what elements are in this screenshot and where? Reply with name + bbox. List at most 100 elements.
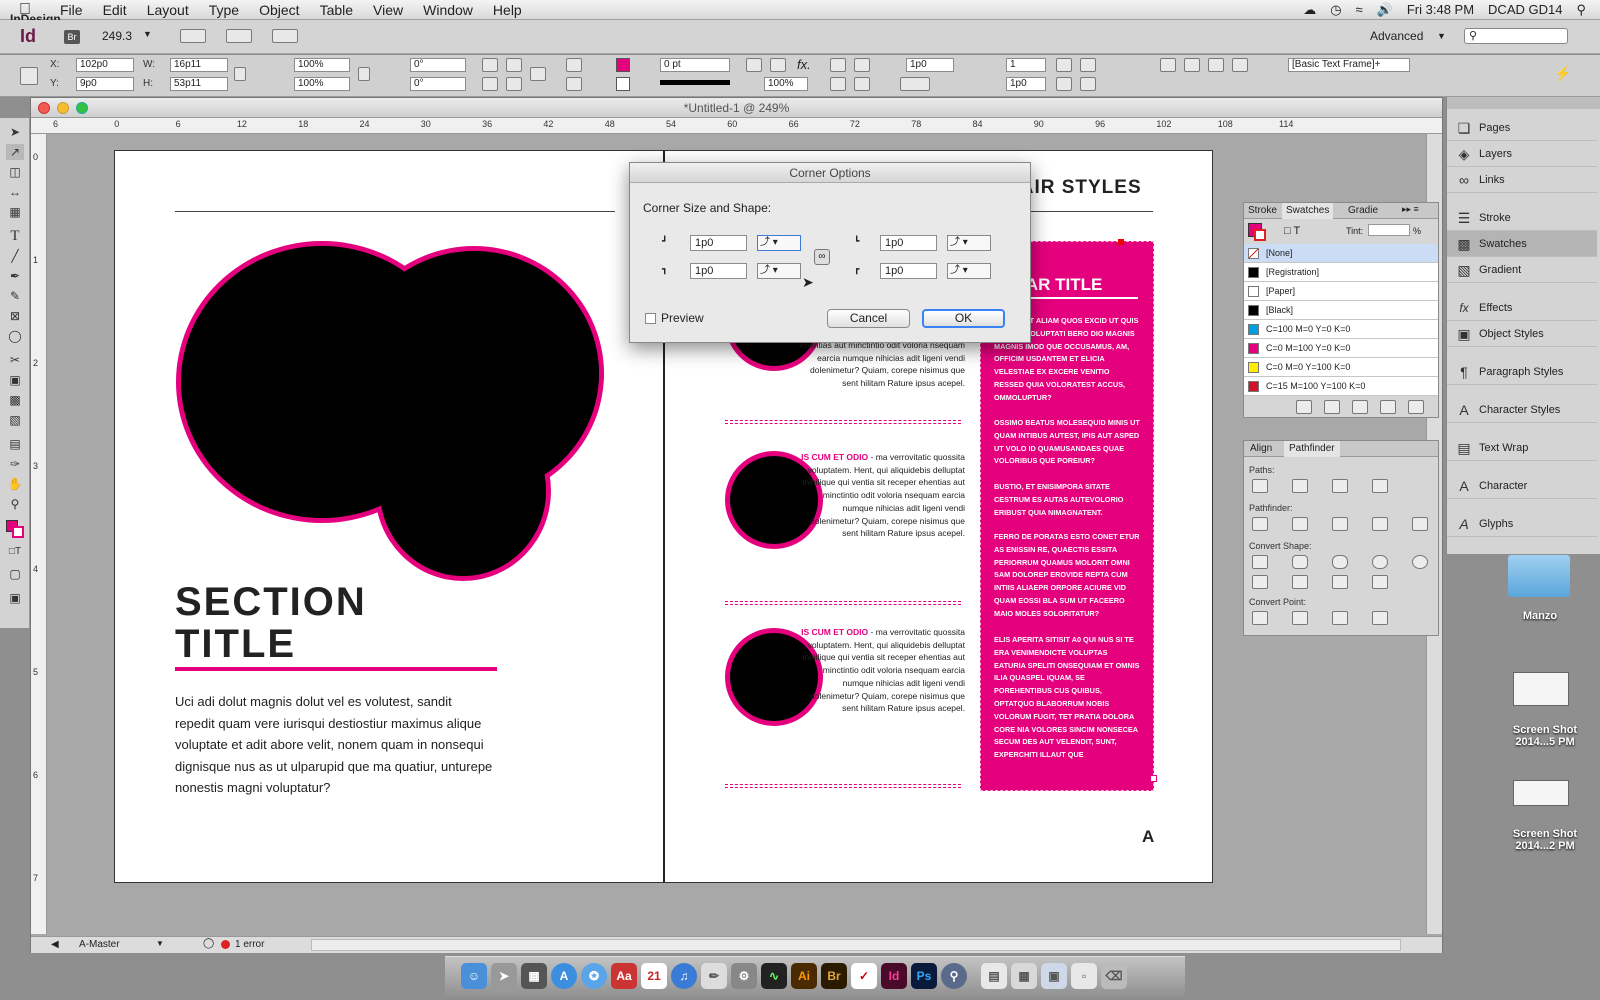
flip-horizontal-icon[interactable] [482, 77, 498, 91]
bridge-icon[interactable]: Br [821, 963, 847, 989]
top-right-corner-size[interactable]: 1p0 [880, 235, 937, 251]
menu-object[interactable]: Object [249, 2, 309, 18]
horizontal-scrollbar[interactable] [311, 939, 1401, 951]
sidebar-paragraph-4[interactable]: FERRO DE PORATAS ESTO CONET ETUR AS ENIS… [994, 531, 1140, 621]
stroke-box-icon[interactable] [1254, 229, 1266, 241]
fitting-content-icon[interactable] [854, 58, 870, 72]
open-path-icon[interactable] [1292, 479, 1308, 493]
arrange-documents-icon[interactable] [272, 29, 298, 43]
convert-rounded-rectangle-icon[interactable] [1292, 555, 1308, 569]
workspace-switcher[interactable]: Advanced [1370, 29, 1423, 43]
align-objects-right-icon[interactable] [1208, 58, 1224, 72]
swatch-none[interactable]: [None] [1244, 244, 1438, 263]
selection-handle[interactable] [1118, 239, 1124, 245]
volume-icon[interactable]: 🔊 [1377, 2, 1393, 18]
eyedropper-tool-icon[interactable]: ✑ [6, 456, 24, 472]
tint-field[interactable] [1368, 224, 1410, 236]
dock-object-styles[interactable]: ▣ Object Styles [1447, 321, 1597, 347]
subtract-shape-icon[interactable] [1292, 517, 1308, 531]
center-content-icon[interactable] [854, 77, 870, 91]
reverse-path-icon[interactable] [1372, 479, 1388, 493]
add-shape-icon[interactable] [1252, 517, 1268, 531]
bottom-left-corner-size[interactable]: 1p0 [690, 263, 747, 279]
text-overset-port[interactable] [1150, 775, 1157, 782]
spotlight-icon[interactable]: ⚲ [1576, 2, 1586, 18]
desktop-screenshot-2-label[interactable]: Screen Shot 2014...2 PM [1500, 828, 1590, 852]
menu-window[interactable]: Window [413, 2, 483, 18]
direct-selection-tool-icon[interactable]: ↗ [6, 144, 24, 160]
tab-gradient[interactable]: Gradie [1348, 205, 1378, 216]
dock-text-wrap[interactable]: ▤ Text Wrap [1447, 435, 1597, 461]
zoom-level[interactable]: 249.3 [102, 29, 132, 43]
help-search-input[interactable]: ⚲ [1464, 28, 1568, 44]
gutter-field[interactable]: 1p0 [1006, 77, 1046, 91]
flip-vertical-icon[interactable] [506, 77, 522, 91]
indesign-icon[interactable]: Id [881, 963, 907, 989]
convert-inverse-rounded-icon[interactable] [1372, 555, 1388, 569]
object-style-select[interactable]: [Basic Text Frame]+ [1288, 58, 1410, 72]
swatch-red[interactable]: C=15 M=100 Y=100 K=0 [1244, 377, 1438, 396]
dock-links[interactable]: ∞ Links [1447, 167, 1597, 193]
zoom-dropdown-icon[interactable]: ▼ [143, 29, 152, 39]
align-top-icon[interactable] [1056, 58, 1072, 72]
gradient-swatch-tool-icon[interactable]: ▩ [6, 392, 24, 408]
zoom-window-icon[interactable] [76, 102, 88, 114]
convert-polygon-icon[interactable] [1292, 575, 1308, 589]
show-color-swatches-icon[interactable] [1324, 400, 1340, 414]
desktop-screenshot-1-label[interactable]: Screen Shot 2014...5 PM [1500, 724, 1590, 748]
x-field[interactable]: 102p0 [76, 58, 134, 72]
swatch-paper[interactable]: [Paper] [1244, 282, 1438, 301]
line-tool-icon[interactable]: ╱ [6, 248, 24, 264]
align-center-icon[interactable] [1080, 58, 1096, 72]
system-preferences-icon[interactable]: ⚙ [731, 963, 757, 989]
gradient-feather-tool-icon[interactable]: ▧ [6, 412, 24, 428]
menubar-user[interactable]: DCAD GD14 [1488, 2, 1562, 17]
activity-monitor-icon[interactable]: ∿ [761, 963, 787, 989]
symmetrical-point-icon[interactable] [1372, 611, 1388, 625]
bottom-right-corner-size[interactable]: 1p0 [880, 263, 937, 279]
preflight-status[interactable]: 1 error [235, 939, 264, 950]
text-path-icon[interactable] [530, 67, 546, 81]
convert-ellipse-icon[interactable] [1412, 555, 1428, 569]
corner-point-icon[interactable] [1292, 611, 1308, 625]
effects-drop-shadow-icon[interactable] [746, 58, 762, 72]
selection-tool-icon[interactable]: ➤ [6, 124, 24, 140]
trash-icon[interactable]: ⌫ [1101, 963, 1127, 989]
dock-pages[interactable]: ❏ Pages [1447, 115, 1597, 141]
page-dropdown-icon[interactable]: ▼ [156, 939, 164, 948]
dock-character[interactable]: A Character [1447, 473, 1597, 499]
ok-button[interactable]: OK [922, 309, 1005, 328]
left-page[interactable]: SECTION TITLE Uci adi dolut magnis dolut… [114, 150, 664, 883]
stroke-swatch[interactable] [616, 77, 630, 91]
section-title[interactable]: SECTION TITLE [175, 581, 367, 665]
type-tool-icon[interactable]: T [6, 228, 24, 244]
stroke-color-icon[interactable] [12, 526, 24, 538]
align-objects-center-icon[interactable] [1184, 58, 1200, 72]
select-container-icon[interactable] [566, 58, 582, 72]
view-options-icon[interactable] [180, 29, 206, 43]
scissors-tool-icon[interactable]: ✂ [6, 352, 24, 368]
article-2-text[interactable]: IS CUM ET ODIO - ma verrovitatic quossit… [795, 451, 965, 540]
text-format-icon[interactable]: □ T [1284, 225, 1300, 237]
screen-sharing-icon[interactable]: ⚲ [941, 963, 967, 989]
fill-swatch[interactable] [616, 58, 630, 72]
scale-x-field[interactable]: 100% [294, 58, 350, 72]
dock-effects[interactable]: fx Effects [1447, 295, 1597, 321]
dictionary-icon[interactable]: Aa [611, 963, 637, 989]
distribute-icon[interactable] [1232, 58, 1248, 72]
swatch-cyan[interactable]: C=100 M=0 Y=0 K=0 [1244, 320, 1438, 339]
first-page-icon[interactable]: ◀ [51, 939, 59, 950]
screen-mode-icon[interactable] [226, 29, 252, 43]
downloads-stack-icon[interactable]: ▦ [1011, 963, 1037, 989]
pen-tool-icon[interactable]: ✒ [6, 268, 24, 284]
rotate-cw-icon[interactable] [482, 58, 498, 72]
launchpad-icon[interactable]: ➤ [491, 963, 517, 989]
stack-icon[interactable]: ▫ [1071, 963, 1097, 989]
bridge-button[interactable]: Br [64, 30, 80, 44]
screenshot-thumbnail-icon[interactable] [1513, 780, 1569, 806]
join-path-icon[interactable] [1252, 479, 1268, 493]
safari-icon[interactable]: ✪ [581, 963, 607, 989]
minus-back-icon[interactable] [1412, 517, 1428, 531]
columns-field[interactable]: 1 [1006, 58, 1046, 72]
top-left-corner-size[interactable]: 1p0 [690, 235, 747, 251]
